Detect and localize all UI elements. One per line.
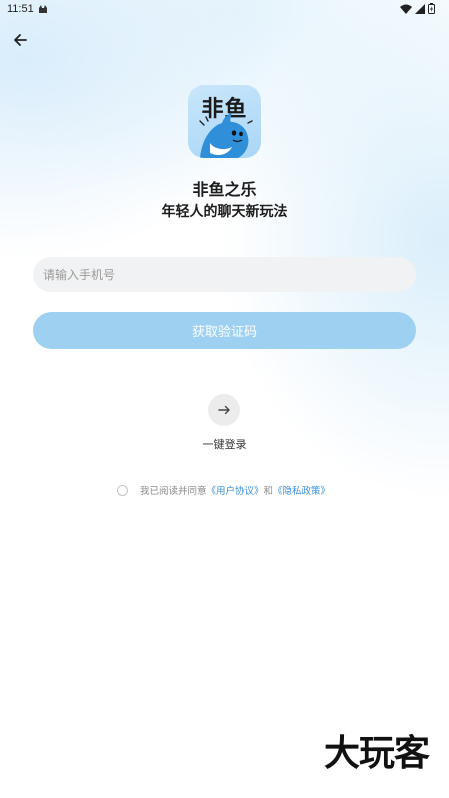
one-key-login-button[interactable] xyxy=(208,394,240,426)
wifi-icon xyxy=(400,4,412,14)
agreement-row: 我已阅读并同意 《用户协议》 和 《隐私政策》 xyxy=(117,483,330,497)
privacy-policy-link[interactable]: 《隐私政策》 xyxy=(273,483,330,497)
one-key-login-label: 一键登录 xyxy=(202,438,247,451)
back-button[interactable] xyxy=(8,28,32,52)
app-logo: 非鱼 xyxy=(188,85,261,158)
arrow-left-icon xyxy=(14,34,27,46)
app-tagline: 年轻人的聊天新玩法 xyxy=(161,204,288,220)
status-icons xyxy=(400,3,435,14)
watermark: 大玩客 xyxy=(323,733,430,774)
status-bar: 11:51 xyxy=(0,0,449,20)
get-code-button[interactable]: 获取验证码 xyxy=(33,312,416,349)
battery-icon xyxy=(428,3,435,14)
agreement-conjunction: 和 xyxy=(263,486,274,497)
arrow-right-icon xyxy=(218,405,230,415)
app-name: 非鱼之乐 xyxy=(192,180,257,199)
user-agreement-link[interactable]: 《用户协议》 xyxy=(207,483,264,497)
shark-mascot-icon xyxy=(199,113,253,158)
agreement-prefix: 我已阅读并同意 xyxy=(140,486,207,497)
phone-input[interactable] xyxy=(33,257,416,292)
agreement-checkbox[interactable] xyxy=(117,484,128,496)
status-time: 11:51 xyxy=(7,3,34,15)
android-notification-icon xyxy=(39,5,47,13)
signal-icon xyxy=(415,3,425,14)
